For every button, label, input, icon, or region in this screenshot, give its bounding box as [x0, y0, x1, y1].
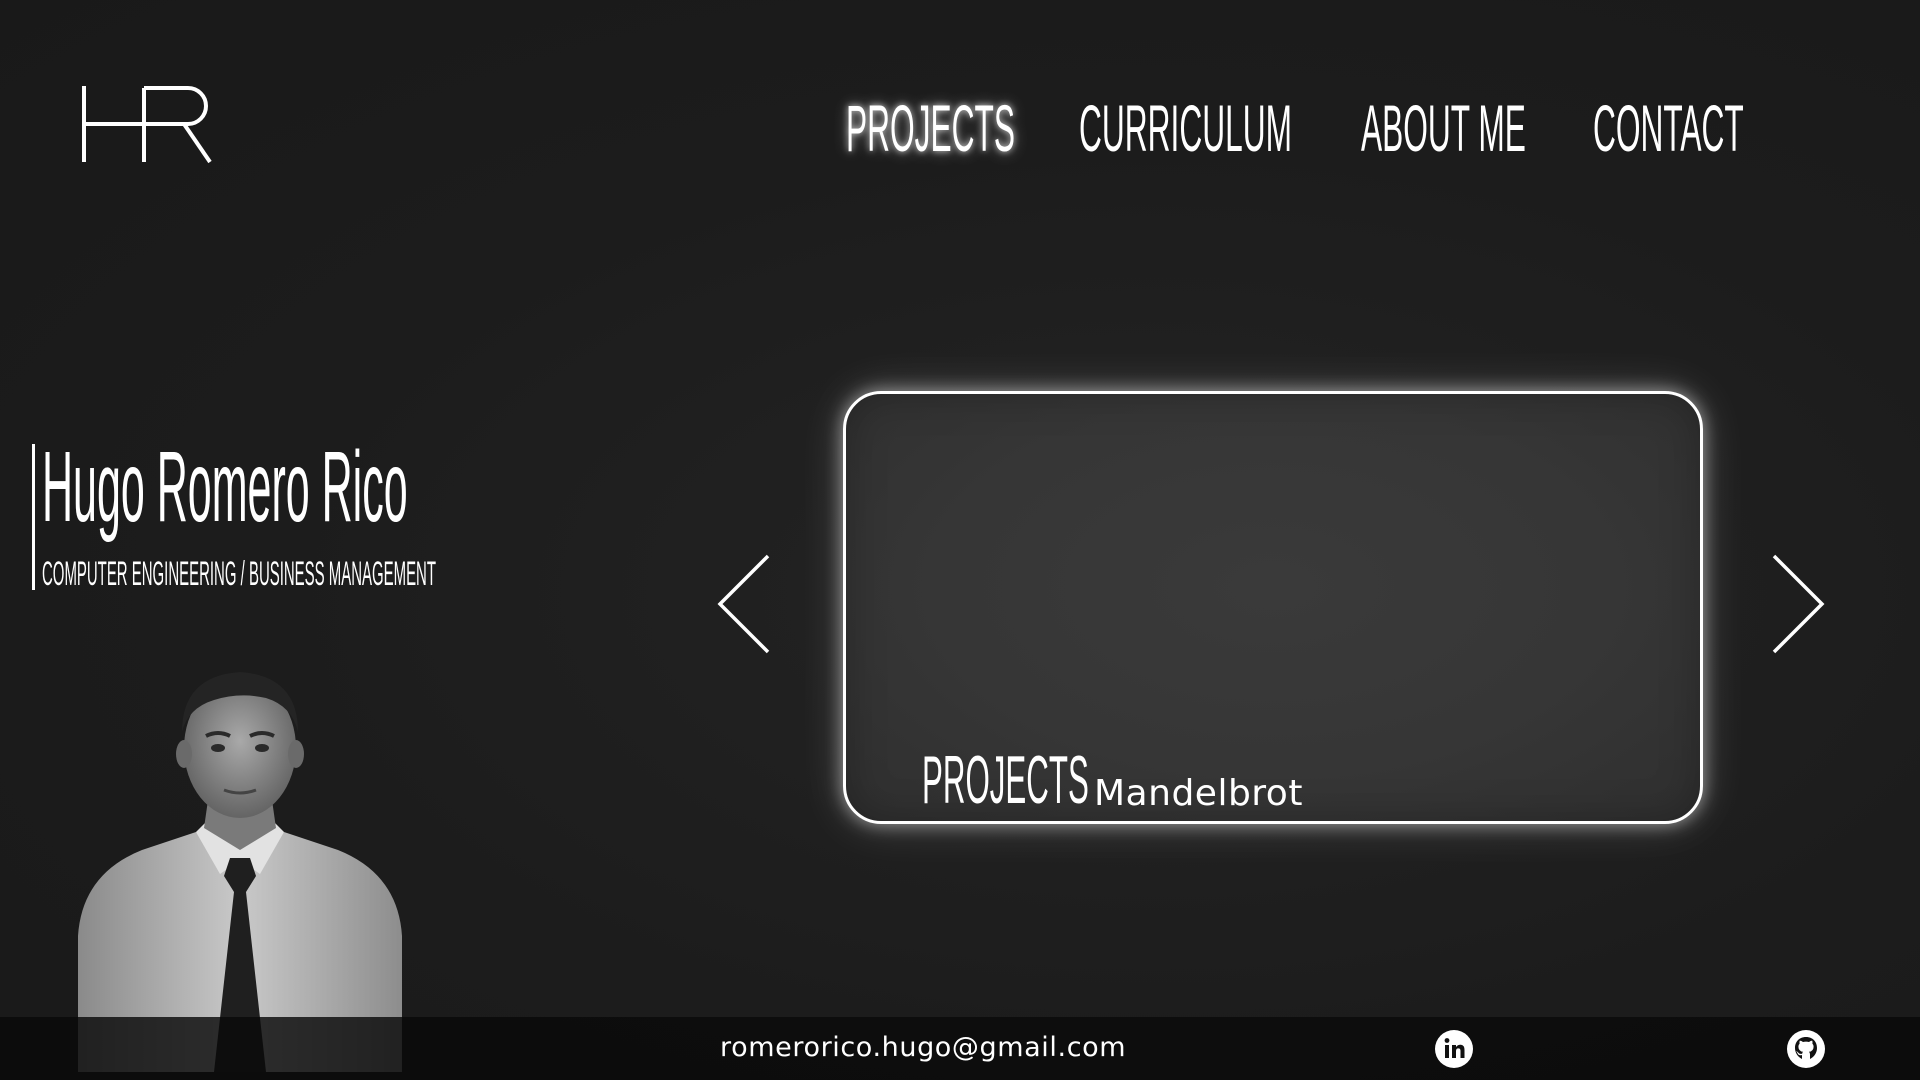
- nav-curriculum[interactable]: CURRICULUM: [1079, 88, 1292, 168]
- profile-name: Hugo Romero Rico: [42, 431, 408, 543]
- card-section-label: PROJECTS: [922, 742, 1089, 818]
- profile-photo: [78, 672, 402, 1072]
- carousel-prev-arrow[interactable]: [714, 552, 774, 656]
- nav-about-me[interactable]: ABOUT ME: [1361, 88, 1526, 168]
- footer: romerorico.hugo@gmail.com: [0, 1017, 1920, 1080]
- page: PROJECTS CURRICULUM ABOUT ME CONTACT Hug…: [0, 0, 1920, 1080]
- github-icon[interactable]: [1786, 1029, 1826, 1069]
- card-project-title: Mandelbrot: [1094, 773, 1303, 814]
- profile-accent-bar: [32, 444, 35, 590]
- footer-email-link[interactable]: romerorico.hugo@gmail.com: [720, 1031, 1126, 1065]
- nav-contact[interactable]: CONTACT: [1593, 88, 1744, 168]
- linkedin-icon[interactable]: [1434, 1029, 1474, 1069]
- nav-projects[interactable]: PROJECTS: [846, 88, 1015, 168]
- main-nav: PROJECTS CURRICULUM ABOUT ME CONTACT: [0, 88, 1920, 168]
- profile-subtitle: COMPUTER ENGINEERING / BUSINESS MANAGEME…: [42, 555, 436, 593]
- project-card[interactable]: PROJECTS Mandelbrot: [843, 391, 1703, 824]
- carousel-next-arrow[interactable]: [1768, 552, 1828, 656]
